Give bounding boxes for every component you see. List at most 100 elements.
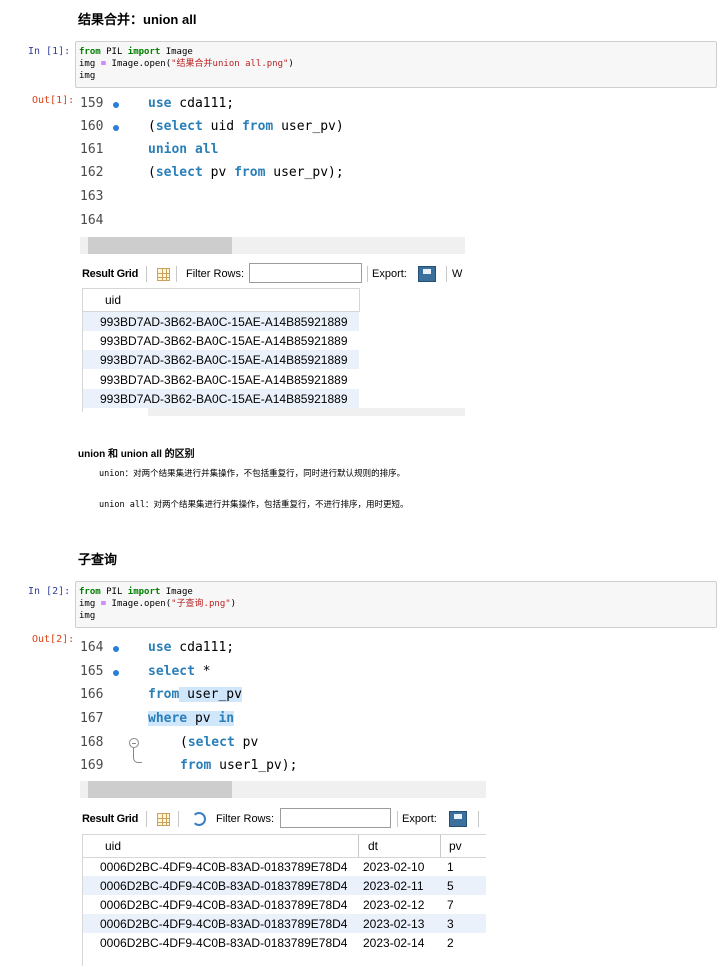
table-row[interactable]: 0006D2BC-4DF9-4C0B-83AD-0183789E78D4 202… (83, 914, 486, 933)
table-cell: 0006D2BC-4DF9-4C0B-83AD-0183789E78D4 (100, 898, 348, 912)
result-grid-toolbar: Result Grid Filter Rows: Export: (80, 805, 486, 835)
table-row[interactable]: 0006D2BC-4DF9-4C0B-83AD-0183789E78D4 202… (83, 857, 486, 876)
breakpoint-dot-icon (113, 125, 119, 131)
table-row[interactable]: 0006D2BC-4DF9-4C0B-83AD-0183789E78D4 202… (83, 933, 486, 952)
toolbar-divider (178, 811, 179, 827)
code-cell-1[interactable]: from PIL import Image img = Image.open("… (75, 41, 717, 88)
code-text: (select uid from user_pv) (148, 119, 344, 134)
code-token: Image (160, 47, 193, 57)
code-line: img (79, 71, 96, 81)
table-row[interactable]: 993BD7AD-3B62-BA0C-15AE-A14B85921889 (83, 389, 359, 408)
line-number: 169 (80, 758, 104, 773)
filter-rows-input[interactable] (280, 808, 391, 828)
editor-line-162: 162 (select pv from user_pv); (80, 163, 465, 186)
column-header-pv[interactable]: pv (449, 839, 462, 853)
result-grid: uid dt pv 0006D2BC-4DF9-4C0B-83AD-018378… (82, 834, 486, 966)
scrollbar-thumb[interactable] (88, 781, 232, 798)
grid-view-icon[interactable] (157, 268, 170, 281)
toolbar-divider (446, 266, 447, 282)
scrollbar-thumb[interactable] (88, 237, 232, 254)
toolbar-divider (146, 811, 147, 827)
table-row[interactable]: 0006D2BC-4DF9-4C0B-83AD-0183789E78D4 202… (83, 895, 486, 914)
editor-line-160: 160 (select uid from user_pv) (80, 117, 465, 140)
section-heading-union-all: 结果合并：union all (78, 12, 197, 27)
output-image-subquery: 164 use cda111; 165 select * 166 from us… (80, 636, 486, 966)
table-cell: 3 (447, 917, 454, 931)
code-text: use cda111; (148, 640, 235, 655)
line-number: 159 (80, 96, 104, 111)
line-number: 164 (80, 640, 104, 655)
table-cell: 0006D2BC-4DF9-4C0B-83AD-0183789E78D4 (100, 879, 348, 893)
table-row[interactable]: 993BD7AD-3B62-BA0C-15AE-A14B85921889 (83, 370, 359, 389)
export-icon[interactable] (418, 266, 436, 282)
section-heading-subquery: 子查询 (78, 552, 118, 567)
toolbar-divider (367, 266, 368, 282)
table-cell: 7 (447, 898, 454, 912)
table-cell: 2023-02-10 (363, 860, 425, 874)
output-image-union-all: 159 use cda111; 160 (select uid from use… (80, 92, 465, 416)
column-header-uid[interactable]: uid (105, 839, 121, 853)
column-header-dt[interactable]: dt (368, 839, 378, 853)
breakpoint-dot-icon (113, 102, 119, 108)
code-token: from (79, 587, 101, 597)
code-token: img (79, 599, 101, 609)
toolbar-truncated-label: W (452, 268, 463, 280)
cell-in-prompt-1: In [1]: (28, 46, 71, 57)
table-cell: 993BD7AD-3B62-BA0C-15AE-A14B85921889 (100, 315, 348, 329)
refresh-icon[interactable] (192, 812, 206, 826)
filter-rows-label: Filter Rows: (186, 268, 245, 280)
table-row[interactable]: 0006D2BC-4DF9-4C0B-83AD-0183789E78D4 202… (83, 876, 486, 895)
line-number: 162 (80, 165, 104, 180)
code-text: (select pv from user_pv); (148, 165, 344, 180)
line-number: 163 (80, 189, 104, 204)
breakpoint-dot-icon (113, 646, 119, 652)
toolbar-divider (176, 266, 177, 282)
line-number: 167 (80, 711, 104, 726)
cell-out-prompt-2: Out[2]: (32, 634, 75, 645)
line-number: 164 (80, 213, 104, 228)
table-cell: 2023-02-13 (363, 917, 425, 931)
table-cell: 0006D2BC-4DF9-4C0B-83AD-0183789E78D4 (100, 860, 348, 874)
code-cell-2[interactable]: from PIL import Image img = Image.open("… (75, 581, 717, 628)
table-cell: 2023-02-11 (363, 879, 424, 893)
line-number: 165 (80, 664, 104, 679)
filter-rows-label: Filter Rows: (216, 813, 275, 825)
cell-out-prompt-1: Out[1]: (32, 95, 75, 106)
export-label: Export: (372, 268, 407, 280)
toolbar-divider (478, 811, 479, 827)
grid-horizontal-scrollbar[interactable] (148, 408, 465, 416)
editor-line-165: 165 select * (80, 662, 486, 685)
export-icon[interactable] (449, 811, 467, 827)
table-row[interactable]: 993BD7AD-3B62-BA0C-15AE-A14B85921889 (83, 312, 359, 331)
fold-collapse-icon[interactable] (129, 738, 139, 748)
code-token: img (79, 59, 101, 69)
grid-view-icon[interactable] (157, 813, 170, 826)
editor-line-161: 161 union all (80, 140, 465, 163)
column-divider (358, 835, 359, 857)
column-header-uid[interactable]: uid (105, 293, 121, 307)
code-token: import (127, 47, 161, 57)
result-grid-label[interactable]: Result Grid (82, 268, 138, 280)
table-cell: 993BD7AD-3B62-BA0C-15AE-A14B85921889 (100, 392, 348, 406)
editor-horizontal-scrollbar[interactable] (80, 781, 486, 798)
filter-rows-input[interactable] (249, 263, 362, 283)
result-grid-label[interactable]: Result Grid (82, 813, 138, 825)
export-label: Export: (402, 813, 437, 825)
code-token: Image.open( (106, 599, 172, 609)
code-token: "子查询.png" (171, 599, 231, 609)
diff-union-line: union：对两个结果集进行并集操作，不包括重复行，同时进行默认规则的排序。 (99, 469, 406, 479)
code-token: from (79, 47, 101, 57)
editor-line-163: 163 (80, 187, 465, 210)
table-cell: 2023-02-14 (363, 936, 425, 950)
table-cell: 1 (447, 860, 454, 874)
code-line: img (79, 611, 96, 621)
code-text: use cda111; (148, 96, 235, 111)
table-row[interactable]: 993BD7AD-3B62-BA0C-15AE-A14B85921889 (83, 350, 359, 369)
code-token: import (127, 587, 161, 597)
diff-union-all-line: union all：对两个结果集进行并集操作，包括重复行，不进行排序，用时更短。 (99, 500, 409, 510)
code-token: PIL (100, 587, 128, 597)
table-cell: 2023-02-12 (363, 898, 425, 912)
table-cell: 0006D2BC-4DF9-4C0B-83AD-0183789E78D4 (100, 936, 348, 950)
editor-horizontal-scrollbar[interactable] (80, 237, 465, 254)
table-row[interactable]: 993BD7AD-3B62-BA0C-15AE-A14B85921889 (83, 331, 359, 350)
